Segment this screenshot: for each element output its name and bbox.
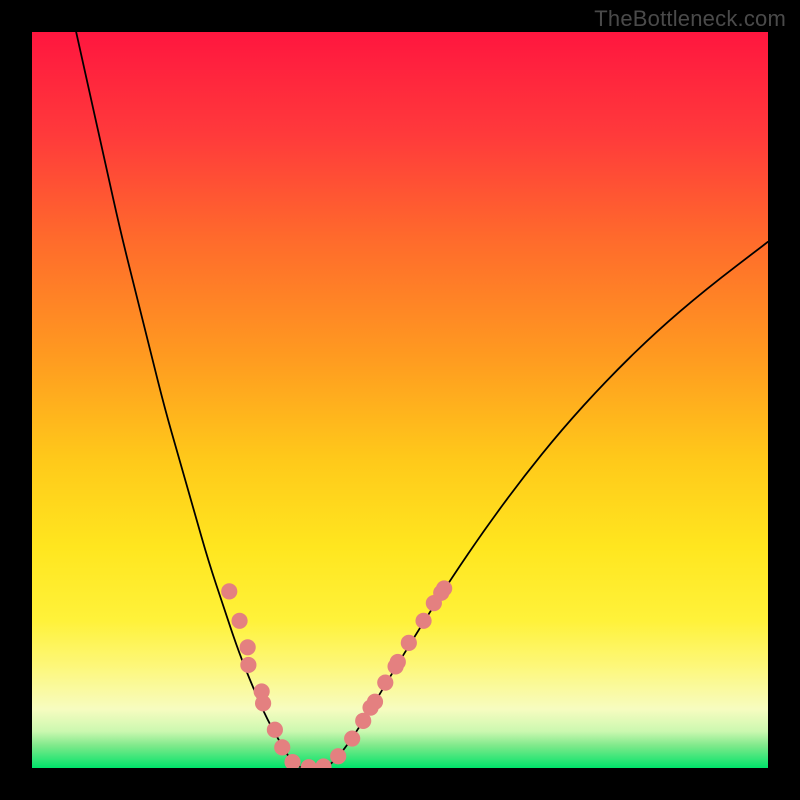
data-dot	[231, 613, 247, 629]
data-dot	[274, 739, 290, 755]
data-dot	[415, 613, 431, 629]
data-dot	[267, 722, 283, 738]
data-dot	[240, 639, 256, 655]
data-dot	[436, 580, 452, 596]
data-dot	[344, 730, 360, 746]
data-dot	[367, 694, 383, 710]
data-dot	[377, 675, 393, 691]
data-dot	[221, 583, 237, 599]
chart-svg	[32, 32, 768, 768]
data-dot	[401, 635, 417, 651]
data-dot	[390, 654, 406, 670]
chart-frame: TheBottleneck.com	[0, 0, 800, 800]
watermark-text: TheBottleneck.com	[594, 6, 786, 32]
plot-area	[32, 32, 768, 768]
data-dot	[240, 657, 256, 673]
data-dot	[255, 695, 271, 711]
data-dot	[330, 748, 346, 764]
